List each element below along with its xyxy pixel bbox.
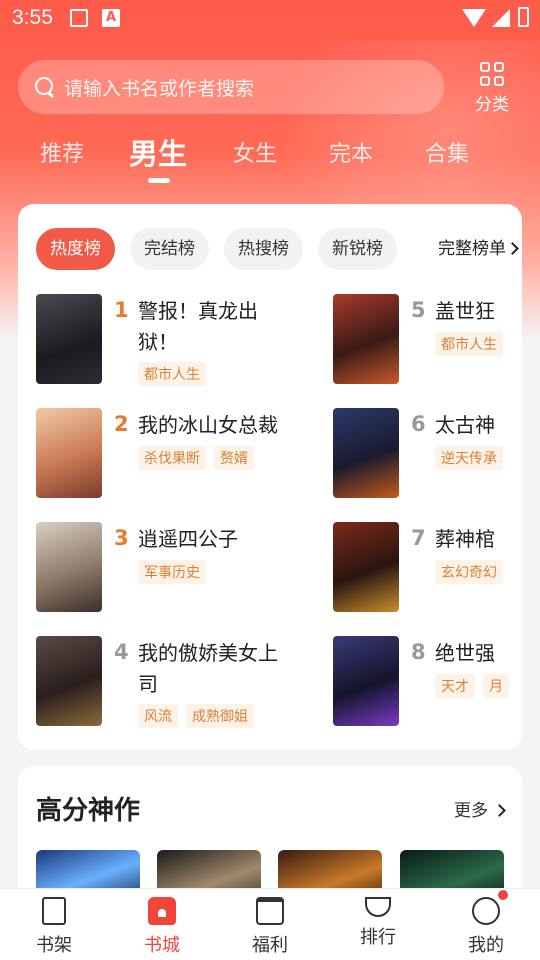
profile-icon [472,897,500,925]
gallery-notification-icon [70,9,88,27]
book-item[interactable]: 3 逍遥四公子 军事历史 [36,522,266,614]
chip-finished[interactable]: 完结榜 [130,228,209,270]
book-item[interactable]: 4 我的傲娇美女上司 风流 成熟御姐 [36,636,278,728]
book-title: 我的冰山女总裁 [138,413,278,437]
chip-new[interactable]: 新锐榜 [318,228,397,270]
book-title: 盖世狂 [435,299,495,323]
rank-number: 2 [114,412,129,436]
book-tag: 天才 [435,674,475,698]
bottom-navigation: 书架 书城 福利 排行 我的 [0,888,540,960]
chevron-right-icon [493,804,507,817]
search-bar[interactable]: 请输入书名或作者搜索 [18,60,444,114]
search-placeholder: 请输入书名或作者搜索 [64,77,255,100]
book-tag: 都市人生 [435,332,503,356]
chip-trending[interactable]: 热搜榜 [224,228,303,270]
book-title: 逍遥四公子 [138,527,238,551]
trophy-icon [365,897,391,917]
book-title: 葬神棺 [435,527,495,551]
book-title: 绝世强 [435,641,495,665]
nav-label: 排行 [360,927,396,948]
book-tag: 成熟御姐 [186,704,254,728]
tab-collection[interactable]: 合集 [407,136,487,168]
book-tag: 杀伐果断 [138,446,206,470]
book-item[interactable]: 1 警报！真龙出狱！ 都市人生 [36,294,266,386]
active-tab-indicator [148,178,170,183]
book-tag: 月 [483,674,509,698]
book-item[interactable]: 8 绝世强 天才 月 [333,636,522,728]
rank-number: 7 [411,526,426,550]
book-cover [333,522,399,612]
rank-number: 4 [114,640,129,664]
nav-bookshelf[interactable]: 书架 [14,897,94,957]
nav-label: 书架 [36,935,72,956]
tab-male[interactable]: 男生 [118,131,198,173]
book-tag: 玄幻奇幻 [435,560,503,584]
full-ranking-link[interactable]: 完整榜单 [438,228,519,270]
full-ranking-label: 完整榜单 [438,239,506,259]
tab-female[interactable]: 女生 [215,136,295,168]
channel-tabs: 推荐 男生 女生 完本 合集 [0,136,540,186]
book-title: 我的傲娇美女上司 [138,641,278,696]
rank-number: 5 [411,298,426,322]
signal-icon [492,9,510,27]
rank-number: 3 [114,526,129,550]
book-item[interactable]: 6 太古神 逆天传承 [333,408,522,500]
tab-completed[interactable]: 完本 [311,136,391,168]
nav-label: 书城 [144,935,180,956]
search-icon [34,76,56,98]
wifi-icon [462,9,486,27]
book-item[interactable]: 2 我的冰山女总裁 杀伐果断 赘婿 [36,408,278,500]
rank-number: 6 [411,412,426,436]
category-button[interactable]: 分类 [470,60,514,116]
nav-welfare[interactable]: 福利 [230,897,310,957]
nav-label: 福利 [252,935,288,956]
grid-icon [480,62,504,86]
book-tag: 都市人生 [138,362,206,386]
ranking-card: 热度榜 完结榜 热搜榜 新锐榜 完整榜单 1 警报！真龙出狱！ 都市人生 2 我… [18,204,522,750]
ranking-chips: 热度榜 完结榜 热搜榜 新锐榜 完整榜单 [36,228,522,270]
notification-dot [498,890,508,900]
book-title: 太古神 [435,413,495,437]
nav-label: 我的 [468,935,504,956]
bookshelf-icon [42,897,66,925]
book-cover [333,408,399,498]
book-title: 警报！真龙出狱！ [138,299,258,354]
app-notification-icon: A [102,9,120,27]
book-item[interactable]: 7 葬神棺 玄幻奇幻 [333,522,522,614]
book-tag: 风流 [138,704,178,728]
battery-icon [518,7,529,27]
chip-hot[interactable]: 热度榜 [36,228,115,270]
status-bar: 3:55 A [0,0,540,36]
book-cover [36,294,102,384]
book-cover [36,636,102,726]
more-link[interactable]: 更多 [454,796,507,821]
status-time: 3:55 [12,6,53,29]
bookstore-icon [148,897,176,925]
book-tag: 军事历史 [138,560,206,584]
nav-ranking[interactable]: 排行 [338,897,418,949]
book-cover [36,408,102,498]
book-tag: 逆天传承 [435,446,503,470]
rank-number: 8 [411,640,426,664]
book-cover [333,294,399,384]
gift-icon [256,897,284,925]
chevron-right-icon [506,242,519,255]
category-label: 分类 [475,95,509,115]
more-label: 更多 [454,801,488,821]
nav-bookstore[interactable]: 书城 [122,897,202,957]
section-title: 高分神作 [36,796,141,826]
book-tag: 赘婿 [214,446,254,470]
book-cover [36,522,102,612]
rank-number: 1 [114,298,129,322]
book-cover [333,636,399,726]
nav-profile[interactable]: 我的 [446,897,526,957]
book-item[interactable]: 5 盖世狂 都市人生 [333,294,522,386]
tab-recommend[interactable]: 推荐 [22,136,102,168]
